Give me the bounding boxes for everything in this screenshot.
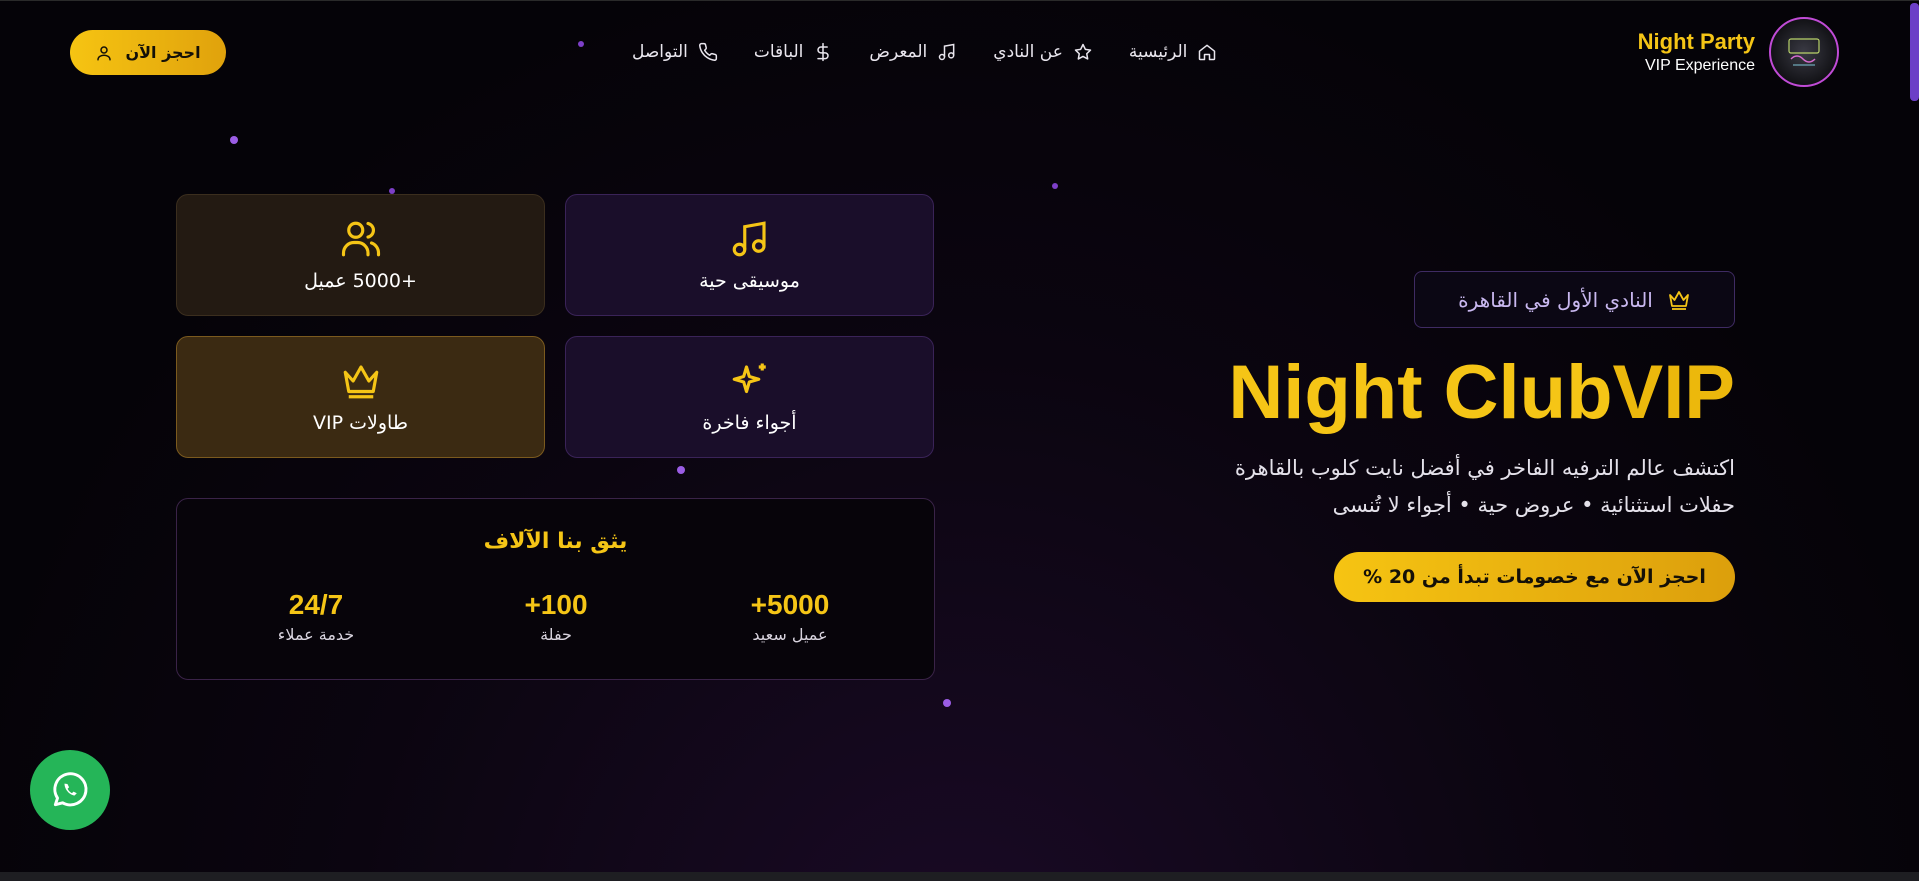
music-note-icon bbox=[732, 221, 766, 257]
stat-caption: حفلة bbox=[540, 625, 572, 644]
nav-item-packages[interactable]: الباقات bbox=[754, 42, 834, 62]
logo-icon bbox=[1788, 38, 1820, 66]
stat-caption: خدمة عملاء bbox=[277, 625, 355, 644]
decor-dot bbox=[677, 466, 685, 474]
music-icon bbox=[939, 43, 955, 61]
decor-dot bbox=[943, 699, 951, 707]
feature-card-luxury: أجواء فاخرة bbox=[565, 336, 934, 458]
crown-icon bbox=[1668, 290, 1689, 310]
feature-card-vip-tables: طاولات VIP bbox=[176, 336, 545, 458]
page: احجز الآن الرئيسية عن النادي المعرض البا… bbox=[0, 0, 1919, 881]
decor-dot bbox=[578, 41, 584, 47]
stat-customers: +5000 عميل سعيد bbox=[700, 589, 880, 644]
home-icon bbox=[1199, 44, 1216, 61]
nav-item-contact[interactable]: التواصل bbox=[632, 42, 718, 62]
nav-label-about: عن النادي bbox=[993, 42, 1063, 62]
feature-label: +5000 عميل bbox=[304, 270, 417, 292]
dollar-icon bbox=[817, 42, 830, 62]
whatsapp-icon bbox=[53, 772, 88, 807]
hero-title-accent: VIP bbox=[1612, 350, 1736, 435]
whatsapp-button[interactable] bbox=[30, 750, 110, 830]
logo bbox=[1769, 17, 1839, 87]
feature-label: طاولات VIP bbox=[313, 412, 408, 434]
hero-title: Night ClubVIP bbox=[1035, 351, 1735, 435]
nav-item-home[interactable]: الرئيسية bbox=[1129, 42, 1218, 62]
trust-panel: يثق بنا الآلاف +5000 عميل سعيد +100 حفلة… bbox=[176, 498, 935, 680]
brand-subtitle: VIP Experience bbox=[1645, 57, 1755, 74]
book-now-label: احجز الآن bbox=[125, 43, 201, 62]
taskbar-strip bbox=[0, 872, 1919, 881]
hero-badge: النادي الأول في القاهرة bbox=[1414, 271, 1735, 328]
hero-title-main: Night Club bbox=[1228, 350, 1613, 435]
crown-icon bbox=[343, 365, 378, 399]
stat-caption: عميل سعيد bbox=[752, 625, 828, 644]
user-icon bbox=[97, 45, 112, 60]
decor-dot bbox=[1052, 183, 1058, 189]
hero-desc-line1: اكتشف عالم الترفيه الفاخر في أفضل نايت ك… bbox=[1234, 456, 1735, 480]
nav-item-about[interactable]: عن النادي bbox=[993, 42, 1093, 62]
stat-support: 24/7 خدمة عملاء bbox=[226, 589, 406, 644]
nav-label-contact: التواصل bbox=[632, 42, 688, 62]
nav-label-packages: الباقات bbox=[753, 42, 804, 62]
hero-description: اكتشف عالم الترفيه الفاخر في أفضل نايت ك… bbox=[1175, 450, 1735, 524]
nav-label-home: الرئيسية bbox=[1128, 42, 1188, 62]
decor-dot bbox=[230, 136, 238, 144]
book-now-button[interactable]: احجز الآن bbox=[70, 30, 226, 75]
nav-label-gallery: المعرض bbox=[869, 42, 928, 62]
phone-icon bbox=[698, 42, 717, 61]
sparkles-icon bbox=[732, 363, 766, 394]
stat-parties: +100 حفلة bbox=[466, 589, 646, 644]
main-nav: الرئيسية عن النادي المعرض الباقات التواص… bbox=[632, 37, 1217, 67]
nav-item-gallery[interactable]: المعرض bbox=[869, 42, 957, 62]
stat-value: +100 bbox=[524, 589, 588, 620]
feature-label: أجواء فاخرة bbox=[702, 412, 797, 434]
brand-name: Night Party bbox=[1637, 29, 1755, 54]
hero-cta-button[interactable]: احجز الآن مع خصومات تبدأ من 20 % bbox=[1334, 552, 1735, 602]
users-icon bbox=[341, 221, 380, 257]
feature-card-live-music: موسيقى حية bbox=[565, 194, 934, 316]
scrollbar-thumb[interactable] bbox=[1910, 3, 1919, 101]
brand[interactable]: Night Party VIP Experience bbox=[1638, 17, 1839, 87]
hero-badge-label: النادي الأول في القاهرة bbox=[1458, 287, 1653, 312]
trust-title: يثق بنا الآلاف bbox=[483, 529, 628, 554]
header: احجز الآن الرئيسية عن النادي المعرض البا… bbox=[0, 1, 1919, 101]
stat-value: 24/7 bbox=[288, 589, 344, 620]
star-icon bbox=[1074, 43, 1092, 60]
feature-card-customers: +5000 عميل bbox=[176, 194, 545, 316]
brand-text: Night Party VIP Experience bbox=[1638, 28, 1755, 76]
hero-desc-line2: حفلات استثنائية • عروض حية • أجواء لا تُ… bbox=[1332, 493, 1735, 517]
feature-label: موسيقى حية bbox=[699, 270, 800, 292]
stat-value: +5000 bbox=[750, 589, 830, 620]
